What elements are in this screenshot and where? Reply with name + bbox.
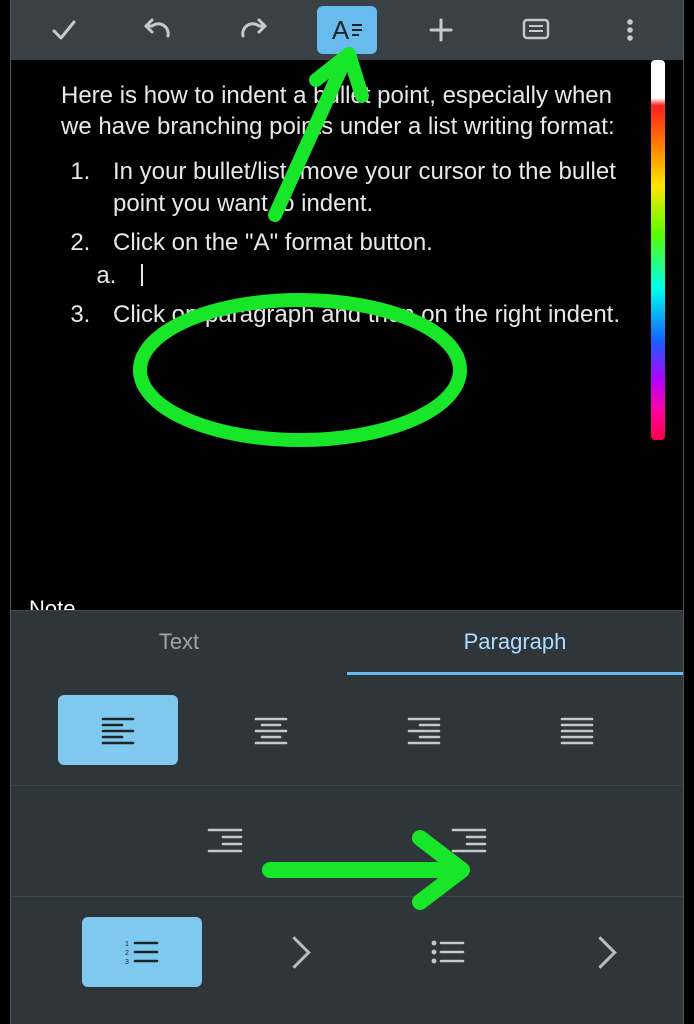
- format-letter: A: [332, 15, 349, 46]
- more-menu-button[interactable]: [600, 6, 660, 54]
- top-toolbar: A: [11, 0, 683, 60]
- panel-tabs: Text Paragraph: [11, 611, 683, 675]
- numbered-list: In your bullet/list, move your cursor to…: [97, 156, 643, 330]
- format-lines-icon: [352, 24, 362, 36]
- indent-row: [11, 786, 683, 897]
- add-button[interactable]: [411, 6, 471, 54]
- undo-button[interactable]: [128, 6, 188, 54]
- align-right-button[interactable]: [364, 695, 484, 765]
- increase-indent-button[interactable]: [409, 806, 529, 876]
- numbered-list-expand[interactable]: [283, 941, 306, 964]
- redo-button[interactable]: [223, 6, 283, 54]
- list-item: In your bullet/list, move your cursor to…: [97, 156, 643, 218]
- align-left-button[interactable]: [58, 695, 178, 765]
- bulleted-list-button[interactable]: [388, 917, 508, 987]
- intro-paragraph: Here is how to indent a bullet point, es…: [61, 80, 643, 142]
- align-justify-button[interactable]: [517, 695, 637, 765]
- sub-list-item: [123, 260, 643, 291]
- list-item: Click on paragraph and then on the right…: [97, 299, 643, 330]
- note-row: Note: [11, 570, 683, 611]
- color-scrollbar[interactable]: [651, 60, 665, 440]
- format-panel: Text Paragraph: [11, 611, 683, 1024]
- bulleted-list-expand[interactable]: [589, 941, 612, 964]
- comment-button[interactable]: [506, 6, 566, 54]
- decrease-indent-button[interactable]: [165, 806, 285, 876]
- alignment-row: [11, 675, 683, 786]
- text-cursor: [141, 264, 143, 286]
- note-label: Note: [29, 596, 75, 611]
- chevron-right-icon: [584, 936, 617, 969]
- sub-list: [123, 260, 643, 291]
- tab-text[interactable]: Text: [11, 611, 347, 675]
- svg-text:1: 1: [125, 941, 129, 948]
- svg-text:2: 2: [125, 950, 129, 957]
- svg-text:3: 3: [125, 959, 129, 966]
- align-center-button[interactable]: [211, 695, 331, 765]
- numbered-list-button[interactable]: 1 2 3: [82, 917, 202, 987]
- document-body[interactable]: Here is how to indent a bullet point, es…: [11, 60, 683, 570]
- list-row: 1 2 3: [11, 897, 683, 1007]
- text-format-button[interactable]: A: [317, 6, 377, 54]
- confirm-button[interactable]: [34, 6, 94, 54]
- tab-paragraph[interactable]: Paragraph: [347, 611, 683, 675]
- chevron-right-icon: [278, 936, 311, 969]
- list-item: Click on the "A" format button.: [97, 227, 643, 291]
